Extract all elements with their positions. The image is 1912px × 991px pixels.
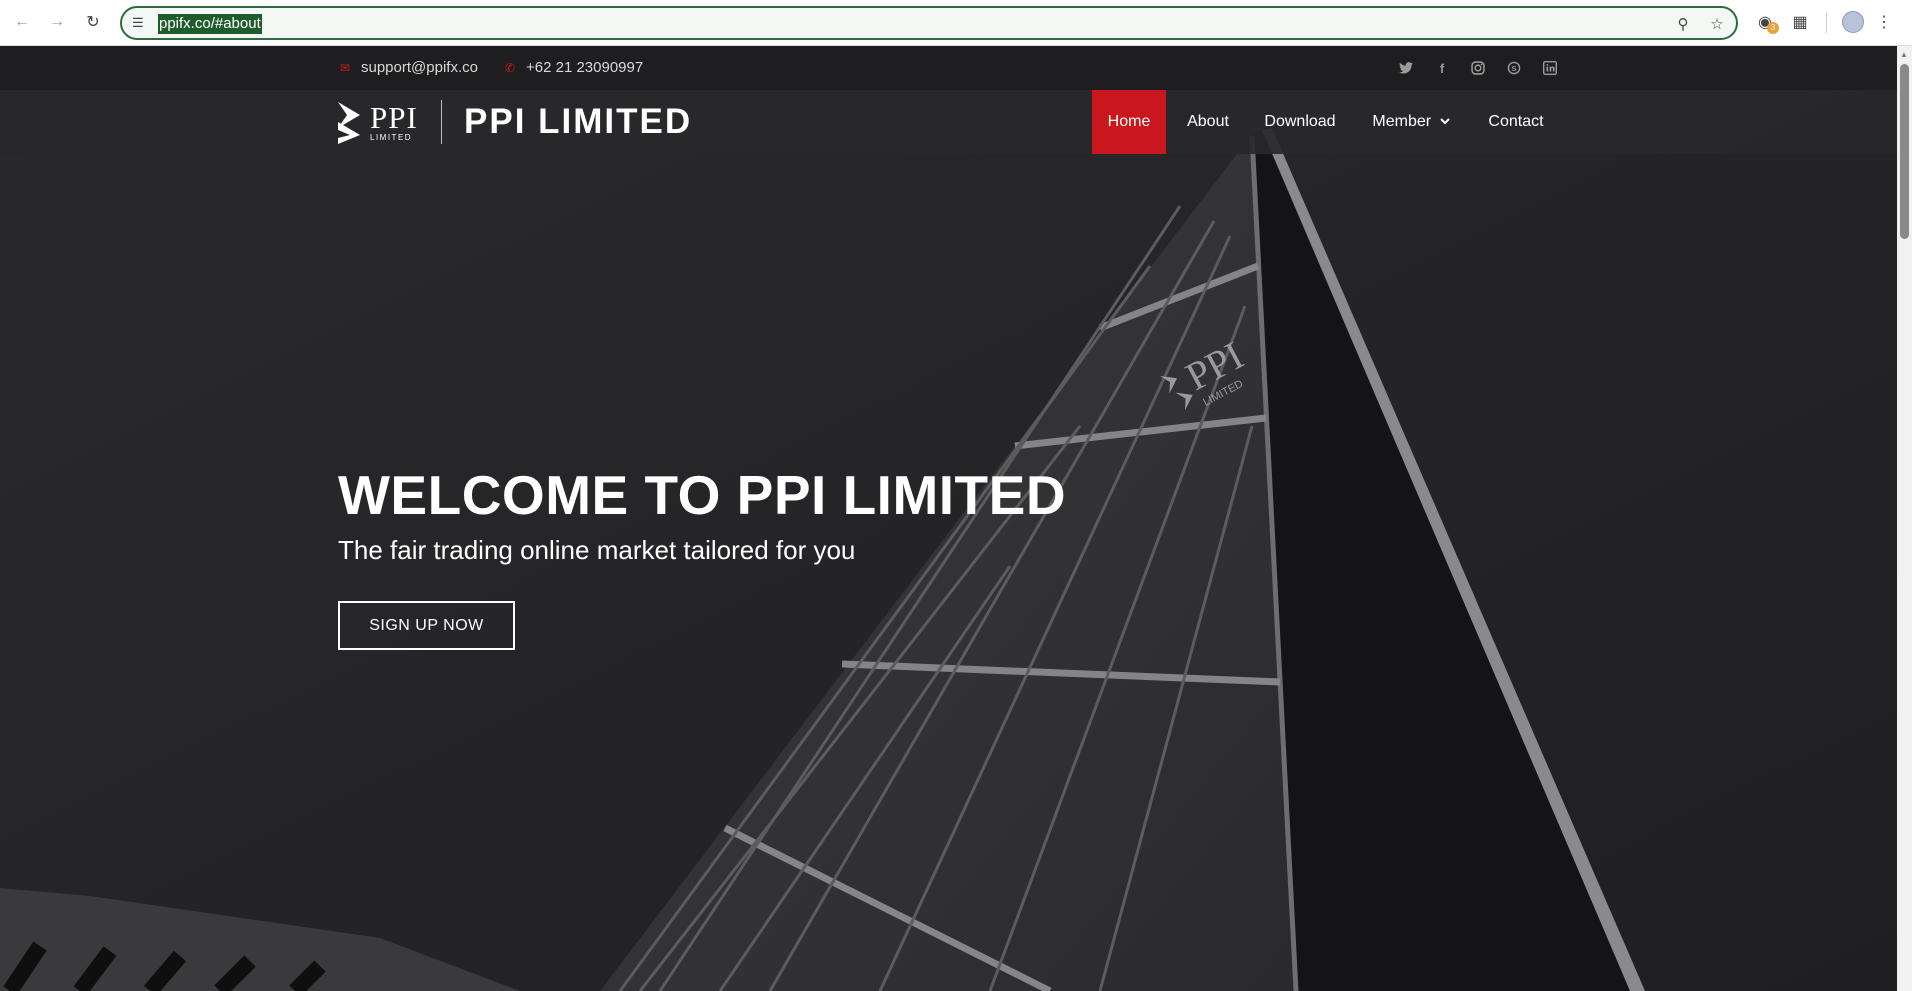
top-info-bar: ✉ support@ppifx.co ✆ +62 21 23090997 f S: [0, 46, 1897, 90]
phone-text[interactable]: +62 21 23090997: [526, 59, 643, 76]
star-icon[interactable]: ☆: [1707, 14, 1727, 34]
arrow-left-icon: ←: [14, 13, 30, 30]
tune-icon[interactable]: ☰: [132, 15, 148, 31]
hero-title: WELCOME TO PPI LIMITED: [338, 464, 1067, 526]
nav-member[interactable]: Member: [1350, 90, 1472, 154]
puzzle-icon[interactable]: ▦: [1788, 10, 1812, 34]
logo-divider: [441, 100, 442, 144]
svg-text:S: S: [1511, 64, 1516, 73]
envelope-icon: ✉: [339, 60, 351, 75]
address-bar[interactable]: ☰ ppifx.co/#about ⚲ ☆: [120, 6, 1738, 40]
instagram-icon[interactable]: [1470, 60, 1486, 76]
linkedin-icon[interactable]: [1542, 60, 1558, 76]
sign-up-button[interactable]: SIGN UP NOW: [338, 601, 515, 650]
logo-wordmark[interactable]: PPI: [370, 102, 418, 133]
hero-subtitle: The fair trading online market tailored …: [338, 535, 856, 565]
nav-home-label: Home: [1107, 113, 1151, 130]
avatar[interactable]: [1842, 11, 1864, 33]
nav-home[interactable]: Home: [1092, 90, 1166, 154]
nav-about-label: About: [1187, 113, 1229, 130]
logo-subtext: LIMITED: [370, 133, 413, 142]
email-contact[interactable]: ✉ support@ppifx.co: [338, 59, 478, 76]
arrow-right-icon: →: [49, 13, 65, 30]
reload-button[interactable]: ↻: [81, 10, 105, 34]
twitter-icon[interactable]: [1398, 60, 1414, 76]
nav-about[interactable]: About: [1166, 90, 1250, 154]
nav-download-label: Download: [1264, 113, 1336, 130]
phone-contact[interactable]: ✆ +62 21 23090997: [503, 59, 643, 76]
chevron-down-icon: [1439, 118, 1450, 125]
nav-member-label: Member: [1372, 113, 1432, 130]
browser-toolbar: ← → ↻ ☰ ppifx.co/#about ⚲ ☆ ◉ 3 ▦ ⋮: [0, 0, 1912, 46]
page-scrollbar[interactable]: ▲: [1897, 46, 1912, 991]
back-button[interactable]: ←: [10, 10, 34, 34]
page-viewport: PPI LIMITED ✉ support@ppifx.co ✆ +62 21 …: [0, 46, 1897, 991]
phone-icon: ✆: [504, 60, 516, 75]
zoom-icon[interactable]: ⚲: [1673, 14, 1693, 34]
extension-badge: 3: [1767, 22, 1779, 34]
ppi-logo-icon[interactable]: [338, 102, 368, 144]
nav-contact-label: Contact: [1488, 113, 1544, 130]
brand-name[interactable]: PPI LIMITED: [464, 102, 692, 142]
kebab-menu-icon[interactable]: ⋮: [1876, 10, 1892, 34]
skype-icon[interactable]: S: [1506, 60, 1522, 76]
email-text[interactable]: support@ppifx.co: [361, 59, 478, 76]
scroll-thumb[interactable]: [1900, 64, 1909, 239]
facebook-icon[interactable]: f: [1434, 60, 1450, 76]
url-text[interactable]: ppifx.co/#about: [158, 14, 262, 34]
nav-contact[interactable]: Contact: [1472, 90, 1560, 154]
nav-download[interactable]: Download: [1250, 90, 1350, 154]
reload-icon: ↻: [86, 14, 100, 31]
toolbar-divider: [1826, 13, 1827, 33]
forward-button[interactable]: →: [45, 10, 69, 34]
scroll-up-arrow-icon[interactable]: ▲: [1900, 50, 1908, 59]
main-navbar: PPI LIMITED PPI LIMITED Home About Downl…: [0, 90, 1897, 154]
